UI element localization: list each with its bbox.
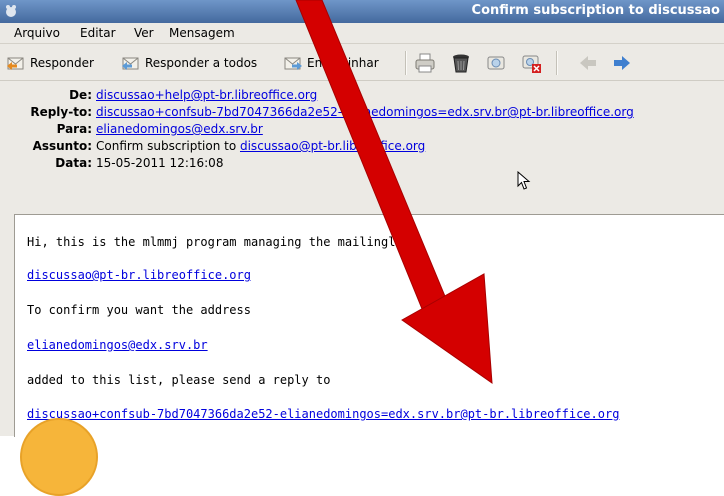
from-label: De: <box>69 88 92 102</box>
junk-icon[interactable] <box>485 52 507 74</box>
left-gutter <box>0 214 14 436</box>
app-icon[interactable] <box>3 3 19 19</box>
reply-button[interactable]: Responder <box>6 53 94 73</box>
subject-text: Confirm subscription to <box>96 139 240 153</box>
subject-link[interactable]: discussao@pt-br.libreoffice.org <box>240 139 425 153</box>
window-title: Confirm subscription to discussao <box>471 3 720 18</box>
toolbar: Responder Responder a todos Encaminhar <box>0 44 724 81</box>
toolbar-separator <box>405 51 407 75</box>
subject-label: Assunto: <box>32 139 92 153</box>
reply-all-button[interactable]: Responder a todos <box>121 53 257 73</box>
menu-bar: Arquivo Editar Ver Mensagem <box>0 23 724 44</box>
reply-all-icon <box>122 57 139 70</box>
back-arrow-icon[interactable] <box>578 54 598 72</box>
reply-all-label: Responder a todos <box>145 56 258 70</box>
user-address-link[interactable]: elianedomingos@edx.srv.br <box>27 338 208 352</box>
reply-label: Responder <box>30 56 94 70</box>
from-address[interactable]: discussao+help@pt-br.libreoffice.org <box>96 88 317 102</box>
mouse-cursor-icon <box>517 171 531 190</box>
body-line: added to this list, please send a reply … <box>27 373 331 387</box>
forward-arrow-icon[interactable] <box>612 54 632 72</box>
date-value: 15-05-2011 12:16:08 <box>96 156 224 170</box>
message-headers: De: discussao+help@pt-br.libreoffice.org… <box>0 81 724 215</box>
window-titlebar: Confirm subscription to discussao <box>0 0 724 23</box>
print-icon[interactable] <box>414 52 436 74</box>
to-label: Para: <box>56 122 92 136</box>
forward-label: Encaminhar <box>307 56 379 70</box>
to-address[interactable]: elianedomingos@edx.srv.br <box>96 122 263 136</box>
menu-mensagem[interactable]: Mensagem <box>169 26 235 40</box>
message-body: Hi, this is the mlmmj program managing t… <box>14 214 724 437</box>
reply-to-label: Reply-to: <box>30 105 92 119</box>
subject-value: Confirm subscription to discussao@pt-br.… <box>96 139 425 153</box>
menu-arquivo[interactable]: Arquivo <box>14 26 60 40</box>
forward-icon <box>284 57 302 70</box>
menu-ver[interactable]: Ver <box>134 26 154 40</box>
forward-button[interactable]: Encaminhar <box>283 53 379 73</box>
body-line: Hi, this is the mlmmj program managing t… <box>27 235 418 249</box>
mark-junk-icon[interactable] <box>520 52 542 74</box>
toolbar-separator <box>556 51 558 75</box>
list-address-link[interactable]: discussao@pt-br.libreoffice.org <box>27 268 251 282</box>
reply-to-address[interactable]: discussao+confsub-7bd7047366da2e52-elian… <box>96 105 634 119</box>
reply-icon <box>7 57 24 70</box>
trash-icon[interactable] <box>450 52 472 74</box>
body-line: To confirm you want the address <box>27 303 251 317</box>
date-label: Data: <box>55 156 92 170</box>
menu-editar[interactable]: Editar <box>80 26 116 40</box>
confirm-address-link[interactable]: discussao+confsub-7bd7047366da2e52-elian… <box>27 407 619 421</box>
orange-circle-badge <box>20 418 98 496</box>
